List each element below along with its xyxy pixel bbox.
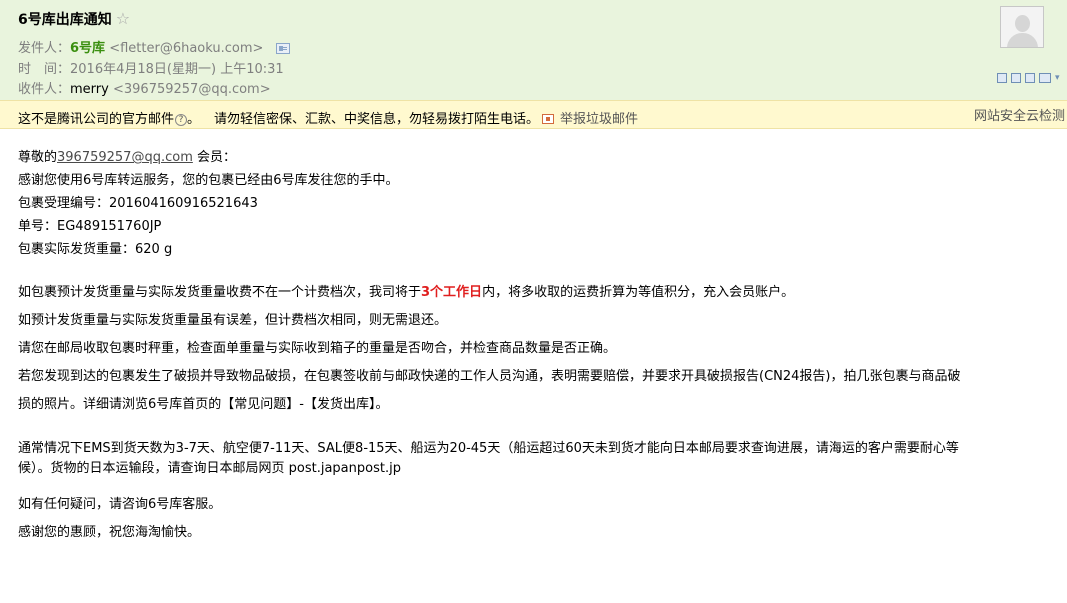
greeting-prefix: 尊敬的 [18, 150, 58, 165]
avatar-body-shape [1007, 33, 1038, 47]
refund-highlight: 3个工作日 [421, 285, 483, 300]
recipient-address[interactable]: <396759257@qq.com> [113, 82, 271, 97]
time-label: 时 间： [18, 62, 71, 77]
recipient-name[interactable]: merry [70, 82, 109, 97]
contact-paragraph: 如有任何疑问，请咨询6号库客服。 [18, 497, 222, 512]
avatar-head-shape [1015, 15, 1030, 32]
mail-subject: 6号库出库通知 [18, 12, 112, 28]
sender-avatar[interactable] [1000, 6, 1044, 48]
format-icon[interactable] [1011, 73, 1021, 83]
reading-mode-icon[interactable] [1025, 73, 1035, 83]
accept-number-line: 包裹受理编号：201604160916521643 [18, 196, 258, 211]
refund-text-b: 内，将多收取的运费折算为等值积分，充入会员账户。 [482, 285, 795, 300]
closing-paragraph: 感谢您的惠顾，祝您海淘愉快。 [18, 525, 201, 540]
thanks-line: 感谢您使用6号库转运服务，您的包裹已经由6号库发往您的手中。 [18, 173, 399, 188]
view-toolbar: ▾ [997, 73, 1061, 83]
notice-official: 这不是腾讯公司的官方邮件 [18, 112, 175, 127]
security-scan-link[interactable]: 网站安全云检测 [974, 105, 1065, 124]
damage-paragraph-line2: 损的照片。详细请浏览6号库首页的【常见问题】-【发货出库】。 [18, 397, 389, 412]
mail-header: 6号库出库通知 ☆ 发件人：6号库 <fletter@6haoku.com> 时… [0, 0, 1067, 100]
security-notice-bar: 这不是腾讯公司的官方邮件?。请勿轻信密保、汇款、中奖信息，勿轻易拨打陌生电话。 … [0, 100, 1067, 129]
from-row: 发件人：6号库 <fletter@6haoku.com> [18, 37, 290, 56]
chevron-down-icon[interactable]: ▾ [1055, 73, 1061, 83]
notice-warning: 请勿轻信密保、汇款、中奖信息，勿轻易拨打陌生电话。 [214, 112, 540, 127]
print-icon[interactable] [1039, 73, 1051, 83]
weight-line: 包裹实际发货重量：620 g [18, 242, 173, 257]
sender-name[interactable]: 6号库 [70, 41, 105, 56]
help-icon[interactable]: ? [175, 114, 188, 126]
report-label: 举报垃圾邮件 [560, 112, 639, 127]
new-window-icon[interactable] [997, 73, 1007, 83]
greeting-email-link[interactable]: 396759257@qq.com [57, 150, 193, 165]
mail-body: 尊敬的396759257@qq.com 会员： 感谢您使用6号库转运服务，您的包… [18, 148, 1048, 547]
refund-text-a: 如包裹预计发货重量与实际发货重量收费不在一个计费档次，我司将于 [18, 285, 422, 300]
refund-paragraph: 如包裹预计发货重量与实际发货重量收费不在一个计费档次，我司将于3个工作日内，将多… [18, 279, 1048, 307]
time-row: 时 间：2016年4月18日(星期一) 上午10:31 [18, 58, 284, 77]
greeting-suffix: 会员： [192, 150, 236, 165]
subject-row: 6号库出库通知 ☆ [18, 9, 130, 29]
to-row: 收件人：merry <396759257@qq.com> [18, 78, 271, 97]
notice-text: 这不是腾讯公司的官方邮件?。请勿轻信密保、汇款、中奖信息，勿轻易拨打陌生电话。 [18, 108, 539, 127]
from-label: 发件人： [18, 41, 71, 56]
notice-period: 。 [187, 112, 201, 127]
contact-card-icon[interactable] [275, 43, 290, 54]
weigh-check-paragraph: 请您在邮局收取包裹时秤重，检查面单重量与实际收到箱子的重量是否吻合，并检查商品数… [18, 341, 617, 356]
greeting-line: 尊敬的396759257@qq.com 会员： [18, 148, 1048, 171]
delivery-paragraph-line2: 候）。货物的日本运输段，请查询日本邮局网页 post.japanpost.jp [18, 461, 401, 476]
report-icon [542, 114, 554, 124]
damage-paragraph-line1: 若您发现到达的包裹发生了破损并导致物品破损，在包裹签收前与邮政快递的工作人员沟通… [18, 369, 961, 384]
no-refund-paragraph: 如预计发货重量与实际发货重量虽有误差，但计费档次相同，则无需退还。 [18, 313, 448, 328]
order-number-line: 单号：EG489151760JP [18, 219, 162, 234]
star-icon[interactable]: ☆ [116, 11, 130, 27]
delivery-paragraph-line1: 通常情况下EMS到货天数为3-7天、航空便7-11天、SAL便8-15天、船运为… [18, 441, 959, 456]
to-label: 收件人： [18, 82, 71, 97]
report-spam-link[interactable]: 举报垃圾邮件 [542, 108, 638, 127]
sender-address[interactable]: <fletter@6haoku.com> [109, 41, 263, 56]
time-value: 2016年4月18日(星期一) 上午10:31 [70, 62, 284, 77]
